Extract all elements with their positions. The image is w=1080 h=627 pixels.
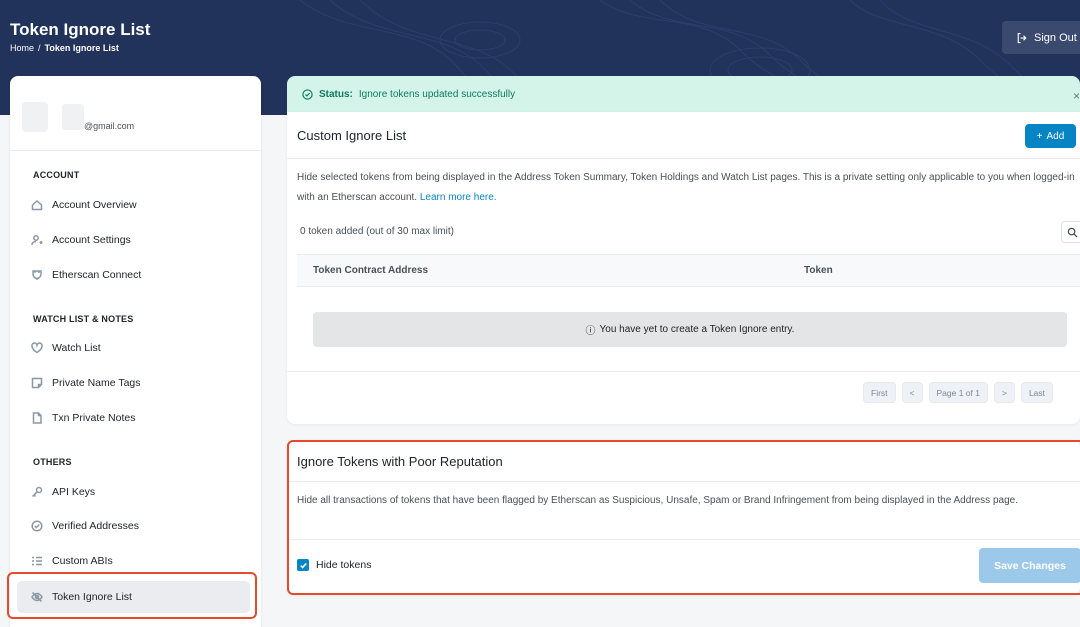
key-icon [31,486,43,498]
sidebar-item-label: Custom ABIs [52,555,113,567]
sidebar-item-label: Account Settings [52,234,131,246]
sidebar: @gmail.com ACCOUNT Account Overview Acco… [10,76,261,627]
profile-card: @gmail.com [10,76,261,151]
custom-ignore-list-card: Custom Ignore List + Add Hide selected t… [287,112,1080,424]
status-alert: Status: Ignore tokens updated successful… [287,76,1080,112]
sign-out-icon [1017,32,1027,43]
sidebar-item-label: Etherscan Connect [52,269,142,281]
add-label: Add [1046,130,1065,142]
sidebar-item-label: Account Overview [52,199,137,211]
info-icon: ⓘ [585,326,596,337]
learn-more-link[interactable]: Learn more here. [420,192,497,203]
sidebar-item-watch-list[interactable]: Watch List [17,332,250,364]
sidebar-item-private-name-tags[interactable]: Private Name Tags [17,367,250,399]
sign-out-button[interactable]: Sign Out [1002,21,1080,54]
check-circle-icon [302,88,313,100]
sidebar-item-label: Watch List [52,342,101,354]
table-header: Token Contract Address Token [297,254,1080,287]
sidebar-item-label: Verified Addresses [52,520,139,532]
token-count-text: 0 token added (out of 30 max limit) [300,226,454,237]
poor-reputation-highlight-box [287,440,1080,595]
status-label: Status: [319,88,353,100]
sidebar-item-label: Txn Private Notes [52,412,136,424]
pagination-page-info: Page 1 of 1 [928,382,988,403]
email-text: @gmail.com [84,121,135,131]
empty-state-message: ⓘ You have yet to create a Token Ignore … [313,312,1067,347]
sidebar-item-account-overview[interactable]: Account Overview [17,189,250,221]
avatar [22,102,48,132]
user-settings-icon [31,235,43,246]
heart-icon [31,342,43,354]
file-icon [32,412,42,424]
home-icon [31,199,43,211]
breadcrumb-current: Token Ignore List [44,43,119,53]
sidebar-highlight-box [7,572,257,619]
search-button[interactable] [1061,221,1080,243]
status-message: Ignore tokens updated successfully [358,88,516,100]
tag-note-icon [31,377,43,389]
sign-out-label: Sign Out [1034,31,1077,44]
list-icon [32,556,42,566]
breadcrumb-home[interactable]: Home [10,43,34,53]
add-button[interactable]: + Add [1025,124,1076,148]
divider [287,371,1080,372]
check-circle-icon [31,520,43,532]
pagination-next[interactable]: > [993,382,1015,403]
section-others: OTHERS [33,457,72,467]
card-title: Custom Ignore List [297,128,407,143]
plus-icon: + [1036,130,1043,142]
description-text: Hide selected tokens from being displaye… [297,172,1075,203]
breadcrumb-separator: / [38,43,41,53]
sidebar-item-verified-addresses[interactable]: Verified Addresses [17,510,250,542]
sidebar-item-txn-private-notes[interactable]: Txn Private Notes [17,402,250,434]
column-header-token: Token [804,265,833,276]
empty-message-text: You have yet to create a Token Ignore en… [599,324,795,335]
search-icon [1067,227,1078,238]
sidebar-item-account-settings[interactable]: Account Settings [17,224,250,256]
sidebar-item-label: API Keys [52,486,96,498]
pagination: First < Page 1 of 1 > Last [863,382,1054,403]
close-icon[interactable]: × [1073,89,1080,103]
connect-icon [32,270,42,280]
pagination-last[interactable]: Last [1020,382,1054,403]
username-placeholder [62,104,84,130]
sidebar-item-label: Private Name Tags [52,377,141,389]
column-header-address: Token Contract Address [313,265,429,276]
section-watchlist: WATCH LIST & NOTES [33,314,134,324]
section-account: ACCOUNT [33,170,80,180]
breadcrumb: Home / Token Ignore List [10,43,119,53]
sidebar-item-etherscan-connect[interactable]: Etherscan Connect [17,259,250,291]
sidebar-item-api-keys[interactable]: API Keys [17,476,250,508]
pagination-prev[interactable]: < [901,382,923,403]
card-description: Hide selected tokens from being displaye… [297,168,1077,208]
page-title: Token Ignore List [10,20,151,39]
pagination-first[interactable]: First [863,382,896,403]
divider [287,158,1080,159]
